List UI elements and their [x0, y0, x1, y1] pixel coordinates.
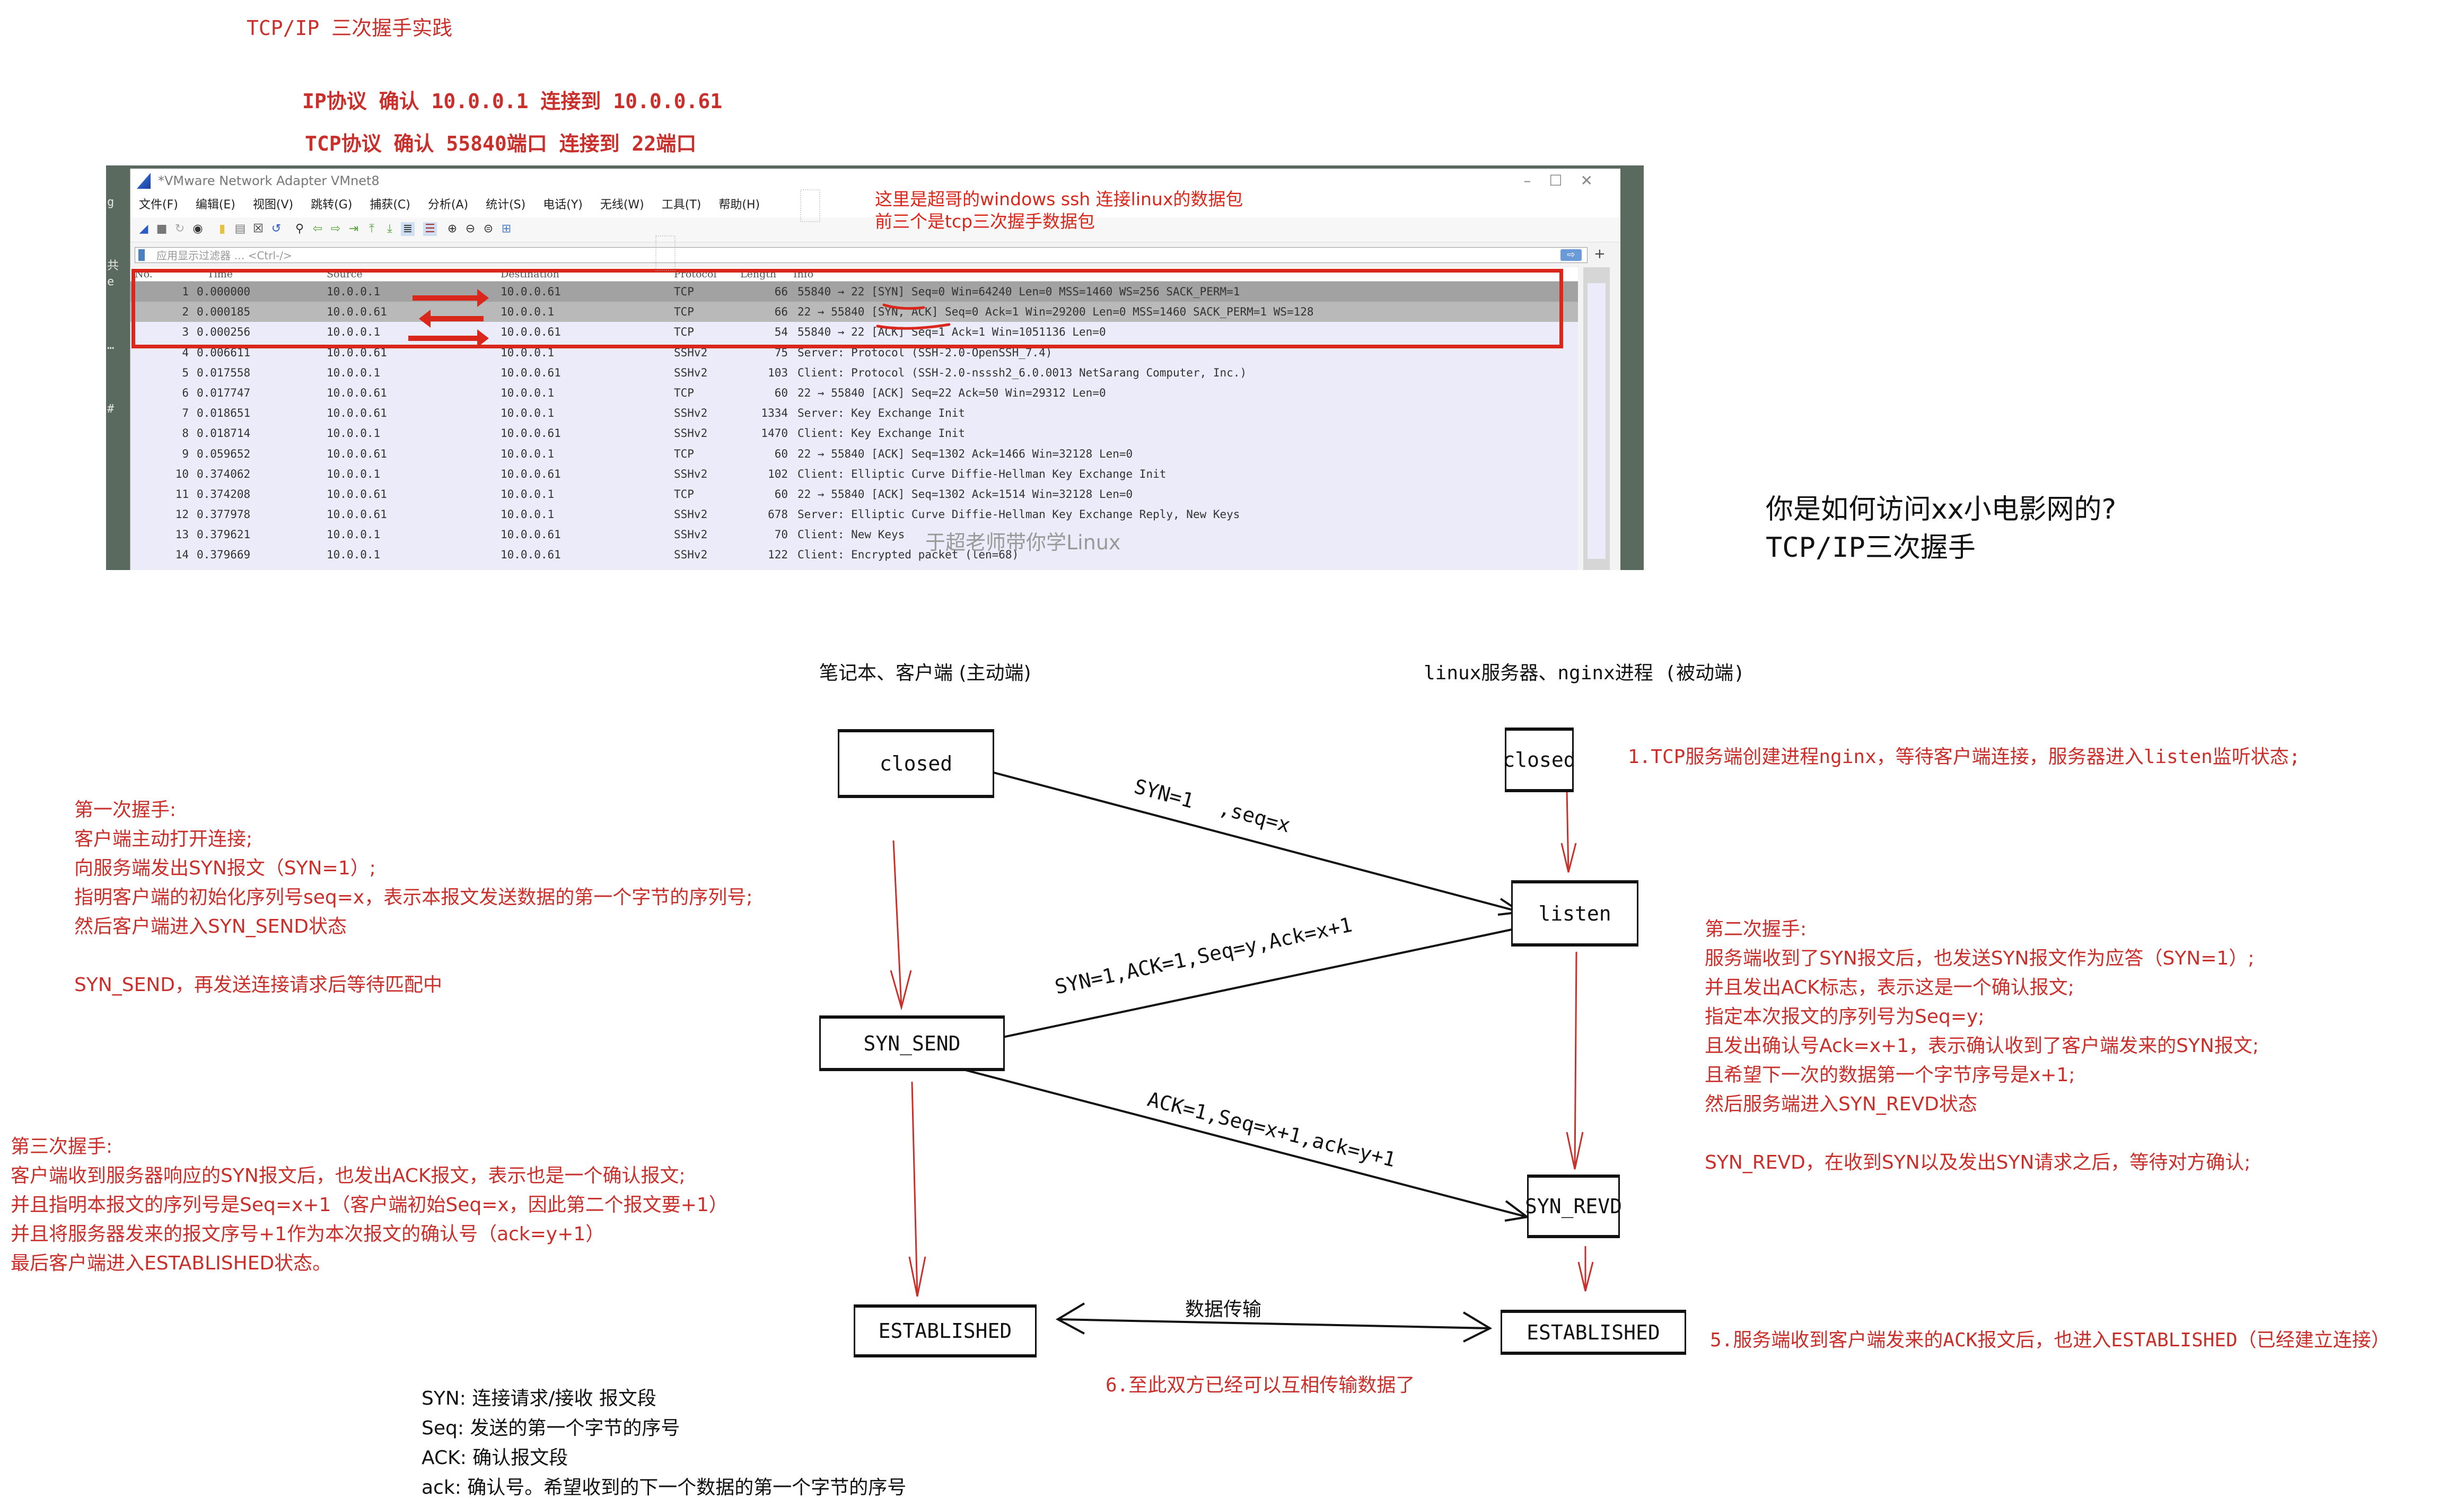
listen-to-synrevd: [1574, 951, 1577, 1170]
first-handshake-line: 客户端主动打开连接;: [74, 828, 253, 850]
client-closed-state: closed: [838, 729, 994, 798]
listen-state: listen: [1511, 880, 1638, 947]
second-handshake-line: 第二次握手:: [1705, 918, 1807, 940]
second-handshake-line: SYN_REVD，在收到SYN以及发出SYN请求之后，等待对方确认;: [1705, 1152, 2251, 1173]
first-handshake-line: 指明客户端的初始化序列号seq=x，表示本报文发送数据的第一个字节的序列号;: [74, 887, 753, 908]
second-handshake-line: 且发出确认号Ack=x+1，表示确认收到了客户端发来的SYN报文;: [1705, 1035, 2259, 1057]
legend-seq: Seq: 发送的第一个字节的序号: [422, 1417, 680, 1439]
legend-syn: SYN: 连接请求/接收 报文段: [422, 1388, 656, 1409]
ack-arrow-head: [1504, 1200, 1530, 1222]
second-handshake-line: 然后服务端进入SYN_REVD状态: [1705, 1093, 1977, 1115]
third-handshake-line: 客户端收到服务器响应的SYN报文后，也发出ACK报文，表示也是一个确认报文;: [11, 1165, 686, 1187]
server-closed-to-listen: [1566, 790, 1569, 873]
second-handshake-line: 服务端收到了SYN报文后，也发送SYN报文作为应答（SYN=1）;: [1705, 948, 2255, 969]
step-6-note: 6.至此双方已经可以互相传输数据了: [1106, 1374, 1415, 1396]
first-handshake-note: 第一次握手: 客户端主动打开连接; 向服务端发出SYN报文（SYN=1）; 指明…: [74, 795, 752, 1000]
second-handshake-note: 第二次握手: 服务端收到了SYN报文后，也发送SYN报文作为应答（SYN=1）;…: [1705, 915, 2259, 1177]
second-handshake-line: 且希望下一次的数据第一个字节序号是x+1;: [1705, 1064, 2075, 1086]
ack-arrow-line: [949, 1065, 1528, 1218]
third-handshake-note: 第三次握手: 客户端收到服务器响应的SYN报文后，也发出ACK报文，表示也是一个…: [11, 1132, 728, 1278]
first-handshake-line: SYN_SEND，再发送连接请求后等待匹配中: [74, 974, 443, 996]
step-1-note: 1.TCP服务端创建进程nginx，等待客户端连接，服务器进入listen监听状…: [1628, 746, 2301, 768]
second-handshake-line: 指定本次报文的序列号为Seq=y;: [1705, 1006, 1985, 1028]
synsend-to-established: [911, 1081, 918, 1297]
syn-send-state: SYN_SEND: [819, 1015, 1005, 1071]
third-handshake-line: 最后客户端进入ESTABLISHED状态。: [11, 1252, 332, 1274]
data-transfer-arrow: [1057, 1318, 1490, 1329]
first-handshake-line: 向服务端发出SYN报文（SYN=1）;: [74, 857, 376, 879]
legend-ack-number: ack: 确认号。希望收到的下一个数据的第一个字节的序号: [422, 1477, 907, 1499]
legend-ack-flag: ACK: 确认报文段: [422, 1447, 568, 1469]
client-established-state: ESTABLISHED: [854, 1304, 1037, 1357]
third-handshake-line: 并且指明本报文的序列号是Seq=x+1（客户端初始Seq=x，因此第二个报文要+…: [11, 1194, 728, 1216]
server-closed-state: closed: [1503, 728, 1576, 792]
syn-arrow: [959, 763, 1521, 913]
data-transfer-label: 数据传输: [1185, 1299, 1262, 1320]
third-handshake-line: 第三次握手:: [11, 1136, 113, 1158]
first-handshake-line: 然后客户端进入SYN_SEND状态: [74, 916, 347, 938]
first-handshake-line: 第一次握手:: [74, 799, 177, 821]
legend: SYN: 连接请求/接收 报文段 Seq: 发送的第一个字节的序号 ACK: 确…: [422, 1384, 906, 1503]
syn-revd-state: SYN_REVD: [1525, 1175, 1622, 1238]
third-handshake-line: 并且将服务器发来的报文序号+1作为本次报文的确认号（ack=y+1）: [11, 1223, 605, 1245]
step-5-note: 5.服务端收到客户端发来的ACK报文后，也进入ESTABLISHED（已经建立连…: [1710, 1329, 2390, 1351]
server-established-state: ESTABLISHED: [1501, 1310, 1686, 1355]
second-handshake-line: 并且发出ACK标志，表示这是一个确认报文;: [1705, 977, 2074, 998]
